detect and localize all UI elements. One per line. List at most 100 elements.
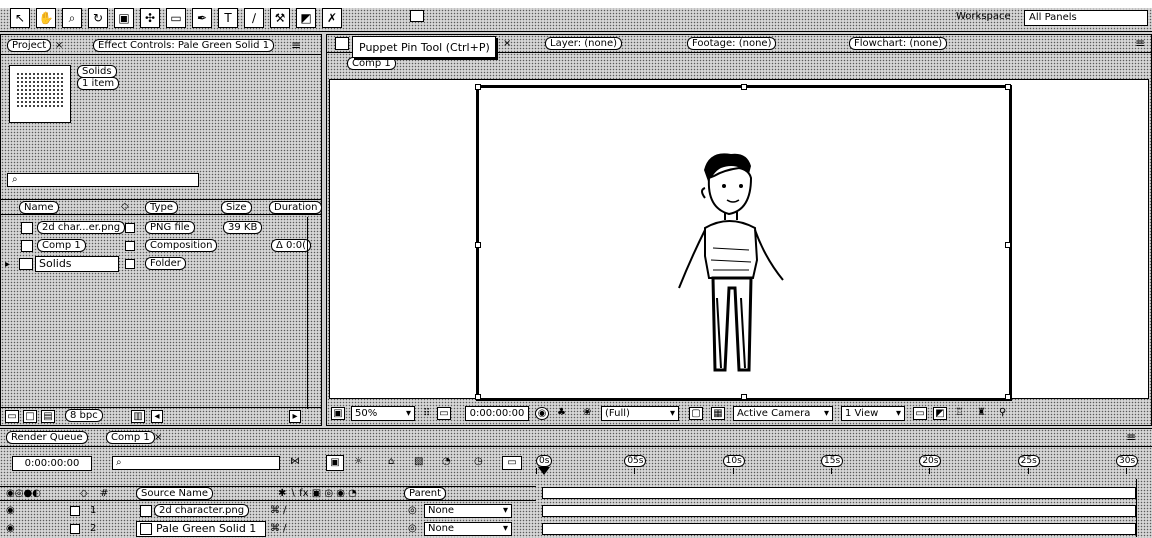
column-type[interactable]: Type <box>145 201 178 214</box>
transform-handle[interactable] <box>475 84 481 90</box>
interpret-footage-icon[interactable]: ▭ <box>5 410 19 423</box>
camera-tool-icon[interactable]: ▣ <box>114 8 134 28</box>
layer-row[interactable]: ◉ 1 2d character.png ⌘ ∕ ◎ None ▾ <box>0 503 536 519</box>
label-swatch[interactable] <box>125 259 135 269</box>
timeline-icon[interactable]: ♖ <box>955 407 964 418</box>
timeline-search-input[interactable]: ⌕ <box>112 456 280 470</box>
flowchart-icon[interactable]: ♜ <box>977 407 986 418</box>
label-swatch[interactable] <box>125 241 135 251</box>
parent-select[interactable]: None ▾ <box>424 522 512 536</box>
new-composition-icon[interactable]: ▤ <box>41 410 55 423</box>
always-preview-icon[interactable]: ▣ <box>331 407 345 420</box>
rename-field[interactable]: Solids <box>35 256 119 272</box>
label-swatch[interactable] <box>70 506 80 516</box>
shy-layers-icon[interactable]: ⌂ <box>388 456 394 467</box>
resolution-select[interactable]: (Full) ▾ <box>601 406 679 421</box>
eraser-tool-icon[interactable]: ◩ <box>296 8 316 28</box>
current-time-field[interactable]: 0:00:00:00 <box>465 406 529 421</box>
column-size[interactable]: Size <box>221 201 252 214</box>
expand-arrow-icon[interactable]: ▸ <box>5 259 10 270</box>
live-update-icon[interactable]: ▣ <box>326 455 344 471</box>
comp-navigator-button[interactable]: Comp 1 <box>347 57 396 70</box>
close-icon[interactable]: × <box>154 432 162 443</box>
column-name[interactable]: Name <box>19 201 59 214</box>
tab-layer[interactable]: Layer: (none) <box>545 37 623 50</box>
character-illustration[interactable] <box>669 148 799 378</box>
transform-handle[interactable] <box>1005 242 1011 248</box>
column-source-name[interactable]: Source Name <box>136 487 214 500</box>
scroll-left-icon[interactable]: ◂ <box>151 410 163 423</box>
bpc-button[interactable]: 8 bpc <box>65 409 103 422</box>
region-of-interest-icon[interactable]: ▢ <box>689 407 703 420</box>
project-scrollbar[interactable] <box>307 217 319 409</box>
workspace-select[interactable]: All Panels <box>1024 10 1148 26</box>
layer-switches-icon[interactable]: ⌘ ∕ <box>270 505 287 516</box>
time-ruler[interactable]: 0s 05s 10s 15s 20s 25s 30s <box>536 453 1139 475</box>
visibility-icon[interactable]: ◉ <box>6 523 15 534</box>
project-row-selected[interactable]: ▸ Solids Folder <box>1 255 307 273</box>
tab-footage[interactable]: Footage: (none) <box>687 37 777 50</box>
label-swatch[interactable] <box>70 524 80 534</box>
tab-project[interactable]: Project <box>7 39 52 52</box>
pan-behind-tool-icon[interactable]: ✣ <box>140 8 160 28</box>
transform-handle[interactable] <box>475 242 481 248</box>
project-row[interactable]: Comp 1 Composition Δ 0:0( <box>1 237 312 255</box>
pick-whip-icon[interactable]: ◎ <box>408 505 417 516</box>
graph-editor-icon[interactable]: ◷ <box>474 456 483 467</box>
frame-blending-icon[interactable]: ▧ <box>414 456 423 467</box>
parent-select[interactable]: None ▾ <box>424 504 512 518</box>
playhead-icon[interactable] <box>538 467 550 475</box>
transparency-grid-icon[interactable]: ▦ <box>711 407 725 420</box>
close-icon[interactable]: × <box>503 38 511 49</box>
camera-select[interactable]: Active Camera ▾ <box>733 406 833 421</box>
scroll-right-icon[interactable]: ▸ <box>289 410 301 423</box>
panel-menu-icon[interactable]: ≡ <box>1135 36 1145 50</box>
clone-stamp-tool-icon[interactable]: ⚒ <box>270 8 290 28</box>
puppet-pin-tool-icon[interactable]: ✗ <box>322 8 342 28</box>
snapshot-icon[interactable]: ◉ <box>535 407 549 420</box>
work-area-bar[interactable] <box>542 487 1136 499</box>
layer-switches-icon[interactable]: ⌘ ∕ <box>270 523 287 534</box>
layer-row[interactable]: ◉ 2 Pale Green Solid 1 ⌘ ∕ ◎ None ▾ <box>0 521 536 537</box>
zoom-tool-icon[interactable]: ⌕ <box>62 8 82 28</box>
puppet-overlap-icon[interactable] <box>410 10 424 22</box>
layer-duration-bar[interactable] <box>542 505 1136 517</box>
transform-handle[interactable] <box>741 394 747 400</box>
hand-tool-icon[interactable]: ✋ <box>36 8 56 28</box>
tab-flowchart[interactable]: Flowchart: (none) <box>849 37 948 50</box>
label-swatch[interactable] <box>125 223 135 233</box>
brush-tool-icon[interactable]: ∕ <box>244 8 264 28</box>
timeline-timecode[interactable]: 0:00:00:00 <box>12 456 92 471</box>
panel-menu-icon[interactable]: ≡ <box>291 38 301 52</box>
reset-exposure-icon[interactable]: ⚲ <box>999 407 1006 418</box>
number-column-icon[interactable]: # <box>100 488 108 499</box>
magnification-select[interactable]: 50% ▾ <box>351 406 415 421</box>
transform-handle[interactable] <box>475 394 481 400</box>
pick-whip-icon[interactable]: ◎ <box>408 523 417 534</box>
view-layout-select[interactable]: 1 View ▾ <box>841 406 905 421</box>
column-duration[interactable]: Duration <box>269 201 323 214</box>
brainstorm-icon[interactable]: ▭ <box>502 456 522 470</box>
draft-3d-icon[interactable]: ☼ <box>354 456 363 467</box>
rectangle-tool-icon[interactable]: ▭ <box>166 8 186 28</box>
column-parent[interactable]: Parent <box>404 487 447 500</box>
panel-menu-icon[interactable]: ≡ <box>1126 430 1136 444</box>
composition-viewer[interactable] <box>329 79 1149 401</box>
text-tool-icon[interactable]: T <box>218 8 238 28</box>
show-snapshot-icon[interactable]: ♣ <box>557 407 566 418</box>
mask-visibility-icon[interactable]: ▭ <box>437 407 451 420</box>
selection-tool-icon[interactable]: ↖ <box>10 8 30 28</box>
lock-icon[interactable] <box>335 37 349 50</box>
project-search-input[interactable]: ⌕ <box>7 173 199 187</box>
channel-icon[interactable]: ❀ <box>583 407 591 418</box>
visibility-icon[interactable]: ◉ <box>6 505 15 516</box>
tab-comp-1[interactable]: Comp 1 <box>106 431 155 444</box>
safe-zones-icon[interactable]: ⠿ <box>423 408 430 419</box>
delete-icon[interactable]: ▥ <box>131 410 145 423</box>
rotate-tool-icon[interactable]: ↻ <box>88 8 108 28</box>
motion-blur-icon[interactable]: ◔ <box>442 456 451 467</box>
project-row[interactable]: 2d char...er.png PNG file 39 KB <box>1 219 307 237</box>
layer-duration-bar[interactable] <box>542 523 1136 535</box>
fast-previews-icon[interactable]: ◩ <box>933 407 947 420</box>
av-features-icon[interactable]: ◉◎●◐ <box>6 488 41 499</box>
